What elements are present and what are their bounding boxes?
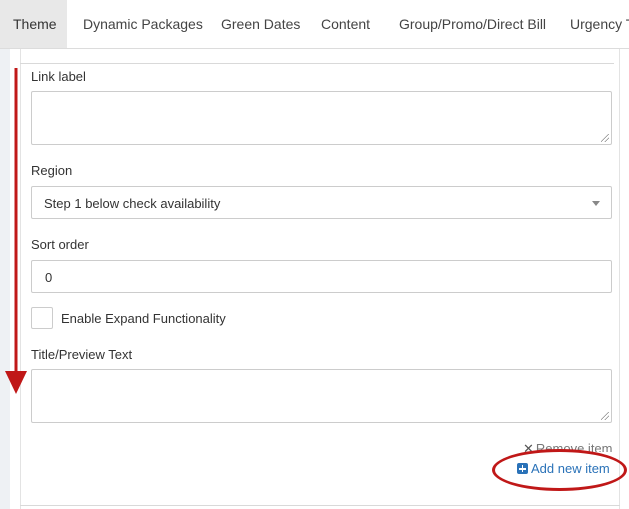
link-label-label: Link label: [31, 69, 86, 84]
sort-order-label: Sort order: [31, 237, 89, 252]
title-preview-textarea[interactable]: [31, 369, 612, 423]
sort-order-value: 0: [45, 270, 53, 285]
region-select-value: Step 1 below check availability: [44, 196, 221, 211]
region-select[interactable]: Step 1 below check availability: [31, 186, 612, 219]
tab-theme[interactable]: Theme: [0, 0, 67, 48]
annotation-ellipse: [492, 449, 627, 491]
panel-divider-top: [20, 63, 614, 64]
sort-order-input[interactable]: 0: [31, 260, 612, 293]
annotation-arrow-icon: [5, 68, 27, 394]
expand-checkbox-label: Enable Expand Functionality: [61, 311, 226, 326]
tab-green-dates[interactable]: Green Dates: [208, 0, 313, 48]
tab-bar: Theme Dynamic Packages Green Dates Conte…: [0, 0, 629, 49]
link-label-textarea[interactable]: [31, 91, 612, 145]
expand-checkbox[interactable]: [31, 307, 53, 329]
panel-divider-bottom: [20, 505, 620, 506]
tab-content[interactable]: Content: [308, 0, 383, 48]
caret-down-icon: [592, 201, 600, 206]
region-label: Region: [31, 163, 73, 178]
tab-group-promo-direct-bill[interactable]: Group/Promo/Direct Bill: [386, 0, 559, 48]
resize-grip-icon[interactable]: [601, 134, 609, 142]
tab-urgency[interactable]: Urgency T: [557, 0, 629, 48]
title-preview-label: Title/Preview Text: [31, 347, 133, 362]
resize-grip-icon[interactable]: [601, 412, 609, 420]
tab-dynamic-packages[interactable]: Dynamic Packages: [70, 0, 216, 48]
